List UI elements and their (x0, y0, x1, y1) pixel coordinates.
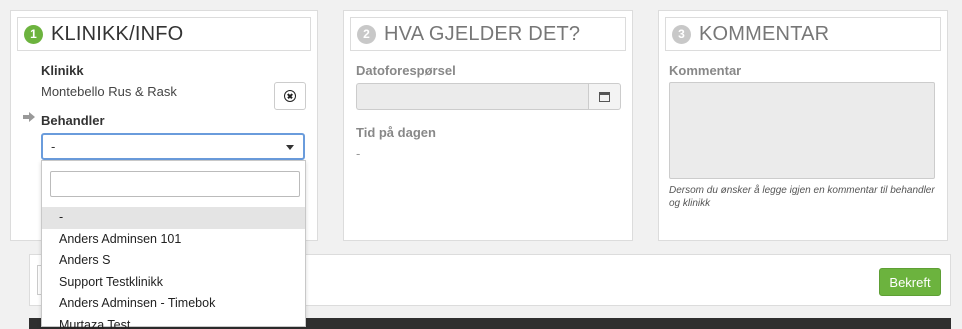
dropdown-search-input[interactable] (50, 171, 300, 197)
clear-clinic-button[interactable] (274, 82, 306, 110)
dropdown-option[interactable]: Support Testklinikk (42, 272, 305, 294)
step-number-1: 1 (24, 24, 43, 44)
dropdown-option[interactable]: Anders Adminsen - Timebok (42, 293, 305, 315)
panel-header-request: 2 HVA GJELDER DET? (350, 17, 626, 51)
calendar-icon (599, 91, 610, 102)
close-circle-icon (284, 90, 296, 102)
behandler-select[interactable]: - (41, 133, 305, 160)
behandler-label: Behandler (41, 113, 105, 128)
date-request-input[interactable] (356, 83, 588, 110)
step-number-3: 3 (672, 24, 691, 44)
dropdown-option[interactable]: Murtaza Test (42, 315, 305, 329)
calendar-button[interactable] (588, 83, 621, 110)
behandler-dropdown: - Anders Adminsen 101 Anders S Support T… (41, 160, 306, 329)
time-of-day-label: Tid på dagen (356, 125, 436, 140)
dropdown-option[interactable]: - (42, 207, 305, 229)
dropdown-option[interactable]: Anders S (42, 250, 305, 272)
step-number-2: 2 (357, 24, 376, 44)
comment-textarea[interactable] (669, 82, 935, 179)
behandler-selected-value: - (51, 139, 56, 154)
time-of-day-value: - (356, 146, 361, 161)
panel-header-comment: 3 KOMMENTAR (665, 17, 941, 51)
panel-header-clinic-info: 1 KLINIKK/INFO (17, 17, 311, 51)
dropdown-options: - Anders Adminsen 101 Anders S Support T… (42, 207, 305, 329)
clinic-name: Montebello Rus & Rask (41, 84, 177, 99)
comment-label: Kommentar (669, 63, 742, 78)
panel-title-clinic-info: KLINIKK/INFO (51, 22, 184, 45)
arrow-right-icon (23, 112, 35, 122)
panel-title-comment: KOMMENTAR (699, 22, 830, 45)
panel-title-request: HVA GJELDER DET? (384, 22, 581, 45)
clinic-label: Klinikk (41, 63, 84, 78)
confirm-button[interactable]: Bekreft (879, 268, 941, 296)
dropdown-option[interactable]: Anders Adminsen 101 (42, 229, 305, 251)
chevron-down-icon (286, 145, 294, 150)
date-request-label: Datoforespørsel (356, 63, 456, 78)
comment-help-text: Dersom du ønsker å legge igjen en kommen… (669, 185, 935, 209)
